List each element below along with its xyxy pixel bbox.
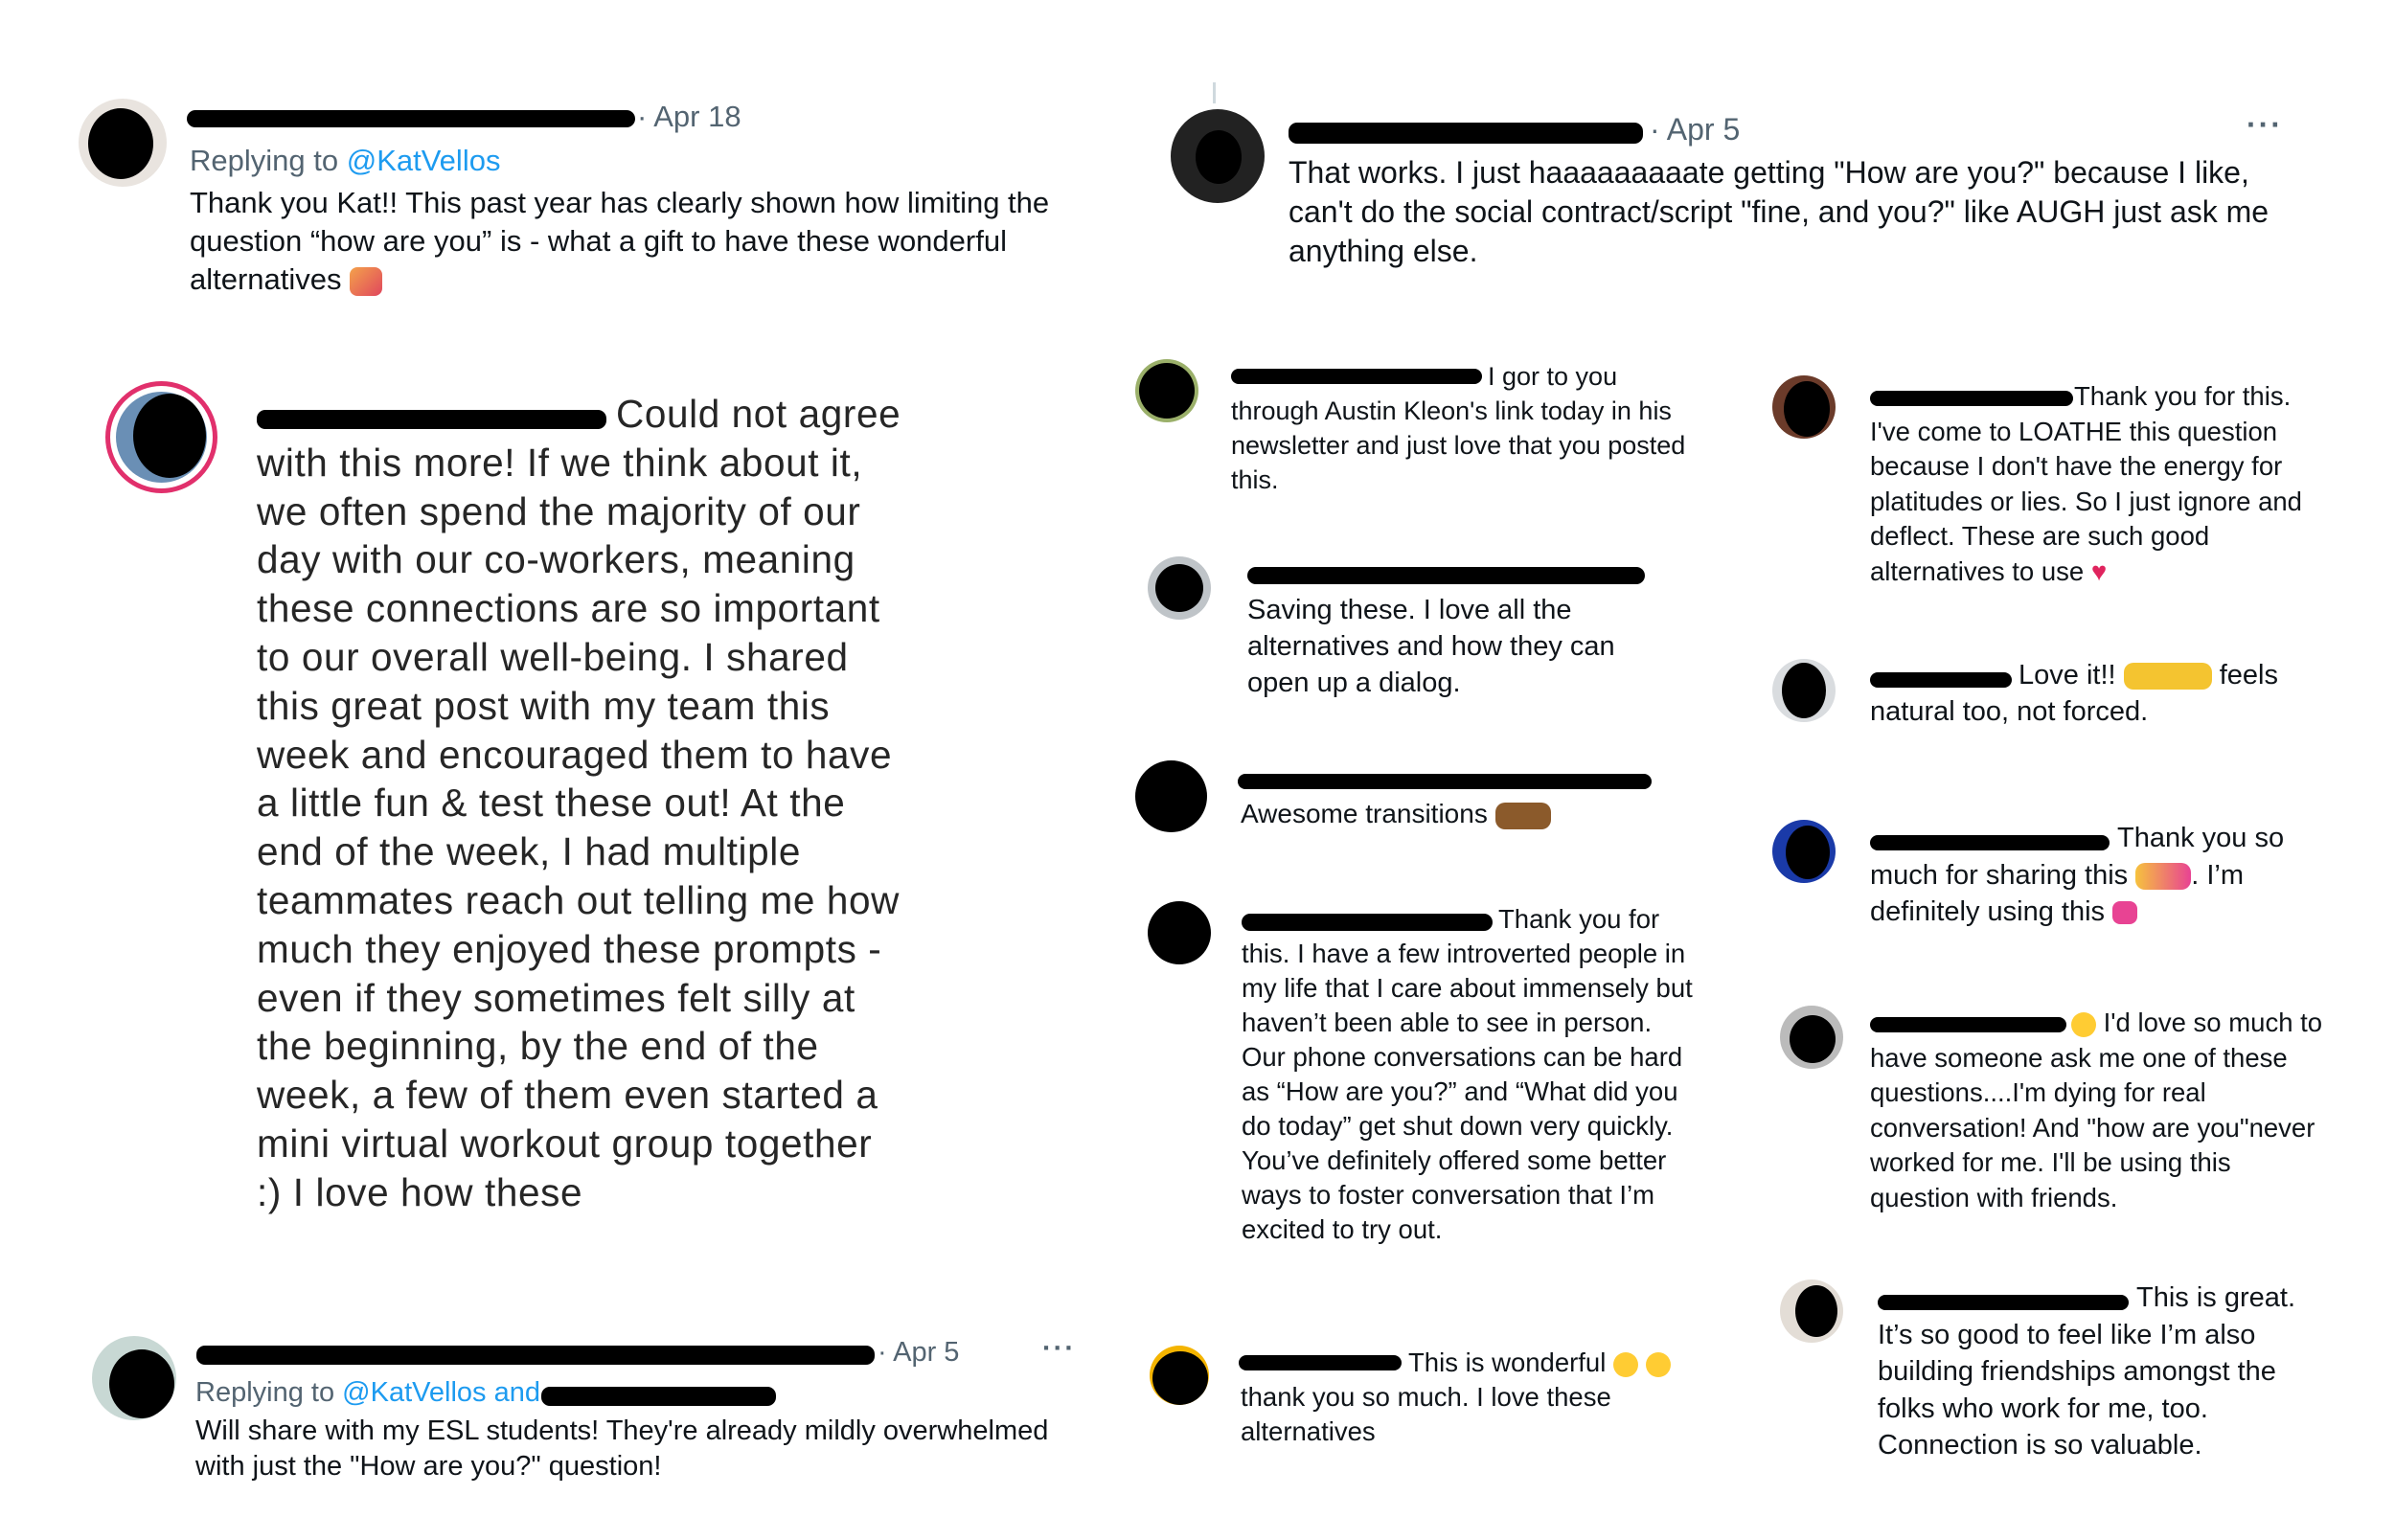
redacted-username bbox=[187, 110, 635, 127]
comment-text-part-a: Love it!! bbox=[2019, 660, 2116, 691]
heart-eyes-icon bbox=[2071, 1011, 2096, 1037]
redacted-username bbox=[196, 1346, 875, 1365]
comment-text: Thank you so much for sharing this . I’m… bbox=[1870, 820, 2330, 931]
mention-link[interactable]: @KatVellos and bbox=[342, 1377, 540, 1408]
redacted-username bbox=[1238, 774, 1652, 789]
avatar[interactable] bbox=[1772, 659, 1836, 722]
avatar[interactable] bbox=[92, 1336, 176, 1420]
avatar[interactable] bbox=[105, 381, 217, 493]
red-heart-icon: ♥ bbox=[2090, 555, 2108, 586]
comment-text: This is great. It’s so good to feel like… bbox=[1878, 1282, 2295, 1461]
mention-link[interactable]: @KatVellos bbox=[347, 144, 501, 177]
comment-text-content: I'd love so much to have someone ask me … bbox=[1870, 1008, 2323, 1212]
redacted-username bbox=[1289, 123, 1643, 144]
replying-to: Replying to @KatVellos bbox=[190, 144, 500, 178]
avatar[interactable] bbox=[1772, 820, 1836, 883]
tweet-text-content: Thank you Kat!! This past year has clear… bbox=[190, 186, 1050, 296]
comment-text-part-b: thank you so much. I love these alternat… bbox=[1241, 1382, 1611, 1446]
more-options-icon[interactable]: ··· bbox=[2247, 107, 2283, 143]
redacted-username bbox=[1247, 567, 1645, 584]
comment-text-part-a: This is wonderful bbox=[1408, 1348, 1607, 1377]
comment-text: I'd love so much to have someone ask me … bbox=[1870, 1006, 2330, 1215]
comment-text: Saving these. I love all the alternative… bbox=[1247, 595, 1615, 698]
avatar[interactable] bbox=[79, 99, 167, 187]
redacted-mention bbox=[541, 1387, 776, 1406]
avatar[interactable] bbox=[1171, 109, 1265, 203]
tweet-text: That works. I just haaaaaaaaate getting … bbox=[1289, 155, 2270, 268]
avatar[interactable] bbox=[1772, 375, 1836, 439]
comment-text: Thank you for this. I have a few introve… bbox=[1242, 904, 1693, 1244]
comment-text: Thank you for this. I've come to LOATHE … bbox=[1870, 379, 2330, 589]
avatar[interactable] bbox=[1780, 1280, 1843, 1343]
replying-prefix: Replying to bbox=[190, 144, 347, 177]
replying-to: Replying to @KatVellos and bbox=[195, 1377, 540, 1409]
avatar[interactable] bbox=[1150, 1346, 1209, 1405]
avatar[interactable] bbox=[1135, 359, 1198, 422]
comment-text: Awesome transitions bbox=[1241, 797, 1720, 831]
avatar[interactable] bbox=[1148, 556, 1211, 620]
clapping-hands-icon bbox=[1494, 802, 1551, 829]
avatar[interactable] bbox=[1135, 760, 1207, 832]
comment-text: Could not agree with this more! If we th… bbox=[257, 390, 908, 1217]
tweet-text: Will share with my ESL students! They're… bbox=[195, 1415, 1049, 1482]
replying-prefix: Replying to bbox=[195, 1377, 343, 1408]
tweet-date[interactable]: · Apr 5 bbox=[1650, 112, 1740, 147]
smiling-hearts-icon bbox=[2135, 862, 2192, 890]
more-options-icon[interactable]: ··· bbox=[1042, 1333, 1076, 1365]
raised-hands-icon bbox=[2123, 663, 2212, 691]
thread-line bbox=[1213, 82, 1216, 103]
tweet-date[interactable]: · Apr 18 bbox=[637, 100, 741, 134]
comment-text-content: Awesome transitions bbox=[1241, 799, 1488, 828]
heart-eyes-icon bbox=[1612, 1351, 1638, 1377]
avatar[interactable] bbox=[1780, 1006, 1843, 1069]
comment-text-clip: Could not agree with this more! If we th… bbox=[257, 390, 908, 1288]
comment-text: Love it!! feels natural too, not forced. bbox=[1870, 657, 2330, 730]
heart-gift-icon bbox=[350, 266, 383, 296]
heart-icon bbox=[2112, 901, 2138, 925]
comment-text-content: Could not agree with this more! If we th… bbox=[257, 392, 901, 1214]
comment-text: This is wonderful thank you so much. I l… bbox=[1241, 1346, 1681, 1449]
comment-text-content: Thank you for this. I've come to LOATHE … bbox=[1870, 381, 2302, 586]
comment-text: I gor to you through Austin Kleon's link… bbox=[1231, 362, 1686, 494]
avatar[interactable] bbox=[1148, 901, 1211, 964]
tweet-text: Thank you Kat!! This past year has clear… bbox=[190, 184, 1081, 299]
tweet-date[interactable]: · Apr 5 bbox=[878, 1337, 959, 1369]
heart-eyes-icon bbox=[1645, 1351, 1671, 1377]
